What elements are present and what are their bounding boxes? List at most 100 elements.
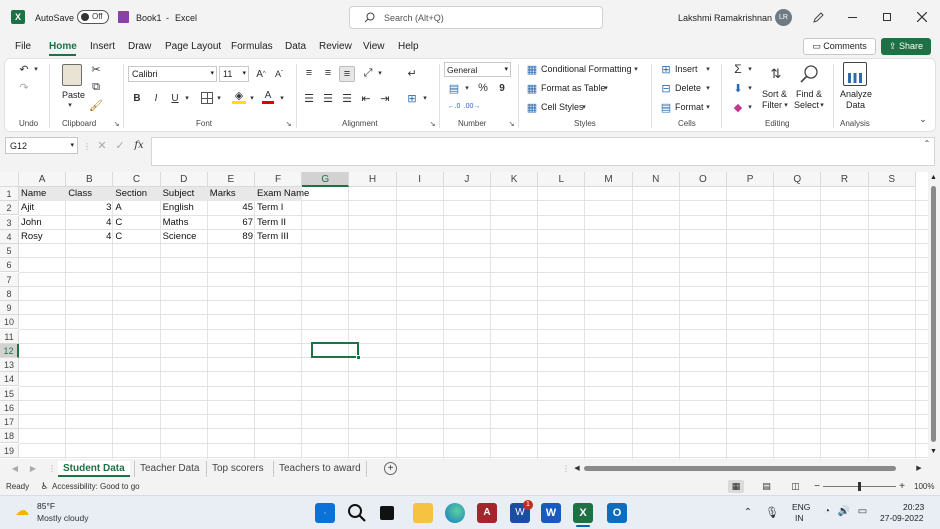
horizontal-scroll-thumb[interactable]: [584, 466, 896, 471]
insert-cells-button[interactable]: Insert: [675, 64, 698, 74]
fill-dropdown-icon[interactable]: ▾: [746, 83, 754, 93]
sort-filter-label-2[interactable]: Filter: [762, 100, 782, 110]
table-cell[interactable]: C: [113, 230, 160, 244]
battery-icon[interactable]: ▭: [856, 505, 869, 517]
wrap-text-icon[interactable]: ↵: [405, 66, 419, 80]
merge-dropdown-icon[interactable]: ▾: [421, 93, 429, 103]
number-format-select[interactable]: General ▾: [444, 62, 511, 77]
align-top-icon[interactable]: ≡: [302, 66, 316, 80]
column-header[interactable]: D: [160, 172, 208, 187]
sheet-tab-teachers-to-award[interactable]: Teachers to award: [273, 461, 367, 477]
scroll-down-icon[interactable]: ▼: [930, 448, 937, 455]
conditional-formatting-button[interactable]: Conditional Formatting: [541, 64, 632, 74]
fill-color-dropdown-icon[interactable]: ▾: [248, 93, 256, 103]
column-header[interactable]: N: [632, 172, 680, 187]
undo-dropdown-icon[interactable]: ▾: [32, 63, 40, 75]
row-header[interactable]: 13: [0, 358, 19, 372]
fill-color-icon[interactable]: ◈: [232, 90, 246, 104]
header-cell[interactable]: Name: [19, 187, 67, 201]
tab-formulas[interactable]: Formulas: [231, 41, 273, 52]
restore-icon[interactable]: [883, 13, 891, 21]
autosum-icon[interactable]: Σ: [731, 62, 745, 76]
table-cell[interactable]: 89: [208, 230, 255, 244]
underline-button[interactable]: U: [169, 91, 181, 105]
column-header[interactable]: G: [302, 172, 350, 187]
row-header[interactable]: 4: [0, 229, 19, 244]
clipboard-launcher-icon[interactable]: ↘: [113, 120, 120, 128]
table-cell[interactable]: 4: [66, 216, 113, 230]
paste-label[interactable]: Paste: [62, 90, 85, 100]
column-header[interactable]: H: [349, 172, 397, 187]
tabs-resize-handle-icon[interactable]: ⋮: [562, 462, 570, 474]
row-header[interactable]: 15: [0, 386, 19, 401]
fill-icon[interactable]: ⬇: [731, 81, 745, 95]
table-cell[interactable]: Ajit: [19, 201, 66, 215]
increase-decimal-icon[interactable]: ←.0: [447, 100, 461, 112]
table-cell[interactable]: English: [161, 201, 208, 215]
table-cell[interactable]: John: [19, 216, 66, 230]
align-center-icon[interactable]: ☰: [321, 91, 335, 105]
accessibility-status[interactable]: Accessibility: Good to go: [52, 482, 140, 491]
search-box[interactable]: Search (Alt+Q): [349, 6, 603, 29]
row-header[interactable]: 5: [0, 244, 19, 258]
row-header[interactable]: 3: [0, 215, 19, 230]
row-header[interactable]: 14: [0, 372, 19, 387]
outlook-icon[interactable]: O: [607, 503, 627, 523]
find-select-label-1[interactable]: Find &: [796, 89, 822, 99]
start-icon[interactable]: [315, 503, 335, 523]
sort-filter-label-1[interactable]: Sort &: [762, 89, 787, 99]
task-view-icon[interactable]: [380, 506, 394, 520]
table-cell[interactable]: 3: [66, 201, 113, 215]
cell-styles-button[interactable]: Cell Styles: [541, 102, 584, 112]
page-layout-view-icon[interactable]: ▤: [760, 480, 773, 493]
name-box[interactable]: G12 ▾: [5, 137, 78, 154]
format-as-table-dropdown-icon[interactable]: ▾: [602, 83, 610, 93]
comma-style-button[interactable]: 9: [496, 81, 508, 95]
header-cell[interactable]: Class: [66, 187, 114, 201]
column-header[interactable]: J: [443, 172, 491, 187]
wifi-icon[interactable]: ◔: [821, 505, 833, 517]
accessibility-icon[interactable]: ♿: [39, 480, 50, 492]
align-middle-icon[interactable]: ≡: [321, 66, 335, 80]
tab-home[interactable]: Home: [49, 41, 77, 52]
language-indicator[interactable]: ENG: [792, 502, 810, 512]
column-header[interactable]: O: [679, 172, 727, 187]
worksheet-grid[interactable]: ABCDEFGHIJKLMNOPQRS 1 2 3 4 5 6 7 8 9 10 11 12 13 14 1…: [0, 172, 928, 459]
paste-icon[interactable]: [62, 64, 82, 86]
row-header[interactable]: 18: [0, 429, 19, 444]
row-header[interactable]: 17: [0, 415, 19, 429]
zoom-slider-thumb[interactable]: [858, 482, 861, 491]
table-cell[interactable]: Term II: [255, 216, 302, 230]
header-cell[interactable]: Subject: [160, 187, 208, 201]
font-launcher-icon[interactable]: ↘: [285, 120, 292, 128]
active-cell[interactable]: [311, 342, 359, 358]
zoom-level[interactable]: 100%: [914, 482, 934, 491]
row-header[interactable]: 10: [0, 315, 19, 330]
table-cell[interactable]: Rosy: [19, 230, 66, 244]
delete-cells-button[interactable]: Delete: [675, 83, 701, 93]
word-icon[interactable]: W: [541, 503, 561, 523]
increase-font-icon[interactable]: A ^: [254, 67, 268, 81]
vertical-scroll-thumb[interactable]: [931, 186, 936, 442]
microphone-icon[interactable]: 🎙: [765, 505, 779, 519]
excel-taskbar-icon[interactable]: X: [573, 503, 593, 523]
table-cell[interactable]: Science: [161, 230, 208, 244]
table-cell[interactable]: A: [113, 201, 160, 215]
row-header[interactable]: 2: [0, 201, 19, 216]
volume-icon[interactable]: 🔊: [838, 505, 850, 517]
format-as-table-icon[interactable]: ▦: [526, 82, 538, 95]
column-header[interactable]: C: [113, 172, 161, 187]
pen-icon[interactable]: [812, 11, 825, 24]
delete-cells-icon[interactable]: ⊟: [660, 82, 672, 95]
align-right-icon[interactable]: ☰: [340, 91, 354, 105]
bold-button[interactable]: B: [131, 91, 143, 105]
row-header[interactable]: 16: [0, 400, 19, 415]
row-header[interactable]: 12: [0, 343, 19, 358]
font-name-select[interactable]: Calibri ▾: [128, 66, 217, 82]
accounting-format-icon[interactable]: ▤: [447, 82, 461, 95]
cell-styles-icon[interactable]: ▦: [526, 101, 538, 114]
font-color-icon[interactable]: A: [262, 90, 274, 104]
italic-button[interactable]: I: [150, 91, 162, 105]
borders-dropdown-icon[interactable]: ▾: [215, 93, 223, 103]
prev-sheet-icon[interactable]: ◀: [10, 462, 20, 474]
